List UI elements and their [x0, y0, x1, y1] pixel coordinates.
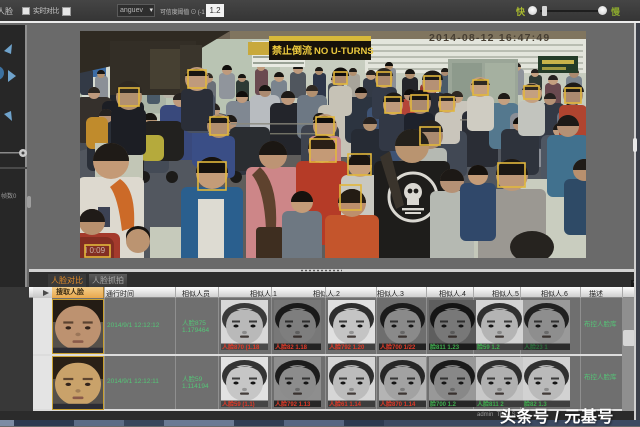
svg-text:禁止倒流NO U-TURNS: 禁止倒流 NO U-TURNS [271, 44, 374, 57]
svg-text:2014-08-12 16:47:49: 2014-08-12 16:47:49 [429, 32, 550, 44]
svg-text:I 0:09: I 0:09 [85, 246, 106, 255]
